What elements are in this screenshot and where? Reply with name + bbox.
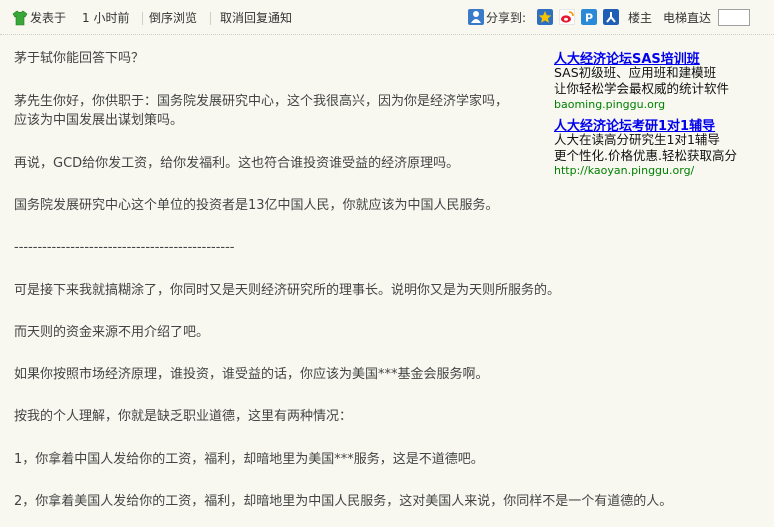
weibo-icon[interactable] [559,9,575,25]
divider [210,12,211,25]
post-paragraph: 可是接下来我就搞糊涂了，你同时又是天则经济研究所的理事长。说明你又是为天则所服务… [14,283,561,298]
qzone-icon[interactable] [537,9,553,25]
post-paragraph: 按我的个人理解，你就是缺乏职业道德，这里有两种情况： [14,409,353,424]
renren-icon[interactable] [603,9,619,25]
post-paragraph: 1，你拿着中国人发给你的工资，福利，却暗地里为美国***服务，这是不道德吧。 [14,452,484,467]
ad-url[interactable]: http://kaoyan.pinggu.org/ [554,164,694,177]
elevator-floor-input[interactable] [718,9,750,26]
post-time: 1 小时前 [82,11,130,25]
post-paragraph: 茅于轼你能回答下吗？ [14,51,145,66]
post-divider-line: ----------------------------------------… [14,240,235,255]
post-paragraph: 2，你拿着美国人发给你的工资，福利，却暗地里为中国人民服务，这对美国人来说，你同… [14,494,673,509]
share-to-label: 分享到: [486,11,527,25]
post-paragraph: 国务院发展研究中心这个单位的投资者是13亿中国人民，你就应该为中国人民服务。 [14,198,499,213]
ad-description: 人大在读高分研究生1对1辅导 [554,132,720,147]
divider [142,12,143,25]
post-paragraph: 茅先生你好，你供职于：国务院发展研究中心，这个我很高兴，因为你是经济学家吗， [14,94,509,109]
user-shirt-icon [12,10,28,26]
post-toolbar: 发表于 1 小时前 倒序浏览 取消回复通知 分享到: P 楼主 电梯直达 [0,0,774,35]
ad-url[interactable]: baoming.pinggu.org [554,98,665,111]
posted-label: 发表于 [30,11,67,25]
ad-description: SAS初级班、应用班和建模班 [554,65,717,80]
share-icon [468,9,484,25]
ad-description: 让你轻松学会最权威的统计软件 [554,81,730,96]
pengyou-icon[interactable]: P [581,9,597,25]
post-paragraph: 再说，GCD给你发工资，给你发福利。这也符合谁投资谁受益的经济原理吗。 [14,156,460,171]
ad-description: 更个性化.价格优惠.轻松获取高分 [554,148,737,163]
svg-text:P: P [585,12,593,25]
post-paragraph: 如果你按照市场经济原理，谁投资，谁受益的话，你应该为美国***基金会服务啊。 [14,367,489,382]
elevator-label: 电梯直达 [663,11,712,25]
post-paragraph: 而天则的资金来源不用介绍了吧。 [14,325,210,340]
reverse-browse-link[interactable]: 倒序浏览 [149,11,197,25]
cancel-reply-notify-link[interactable]: 取消回复通知 [220,11,292,25]
post-paragraph: 应该为中国发展出谋划策吗。 [14,113,184,128]
floor-owner-link[interactable]: 楼主 [628,11,652,25]
